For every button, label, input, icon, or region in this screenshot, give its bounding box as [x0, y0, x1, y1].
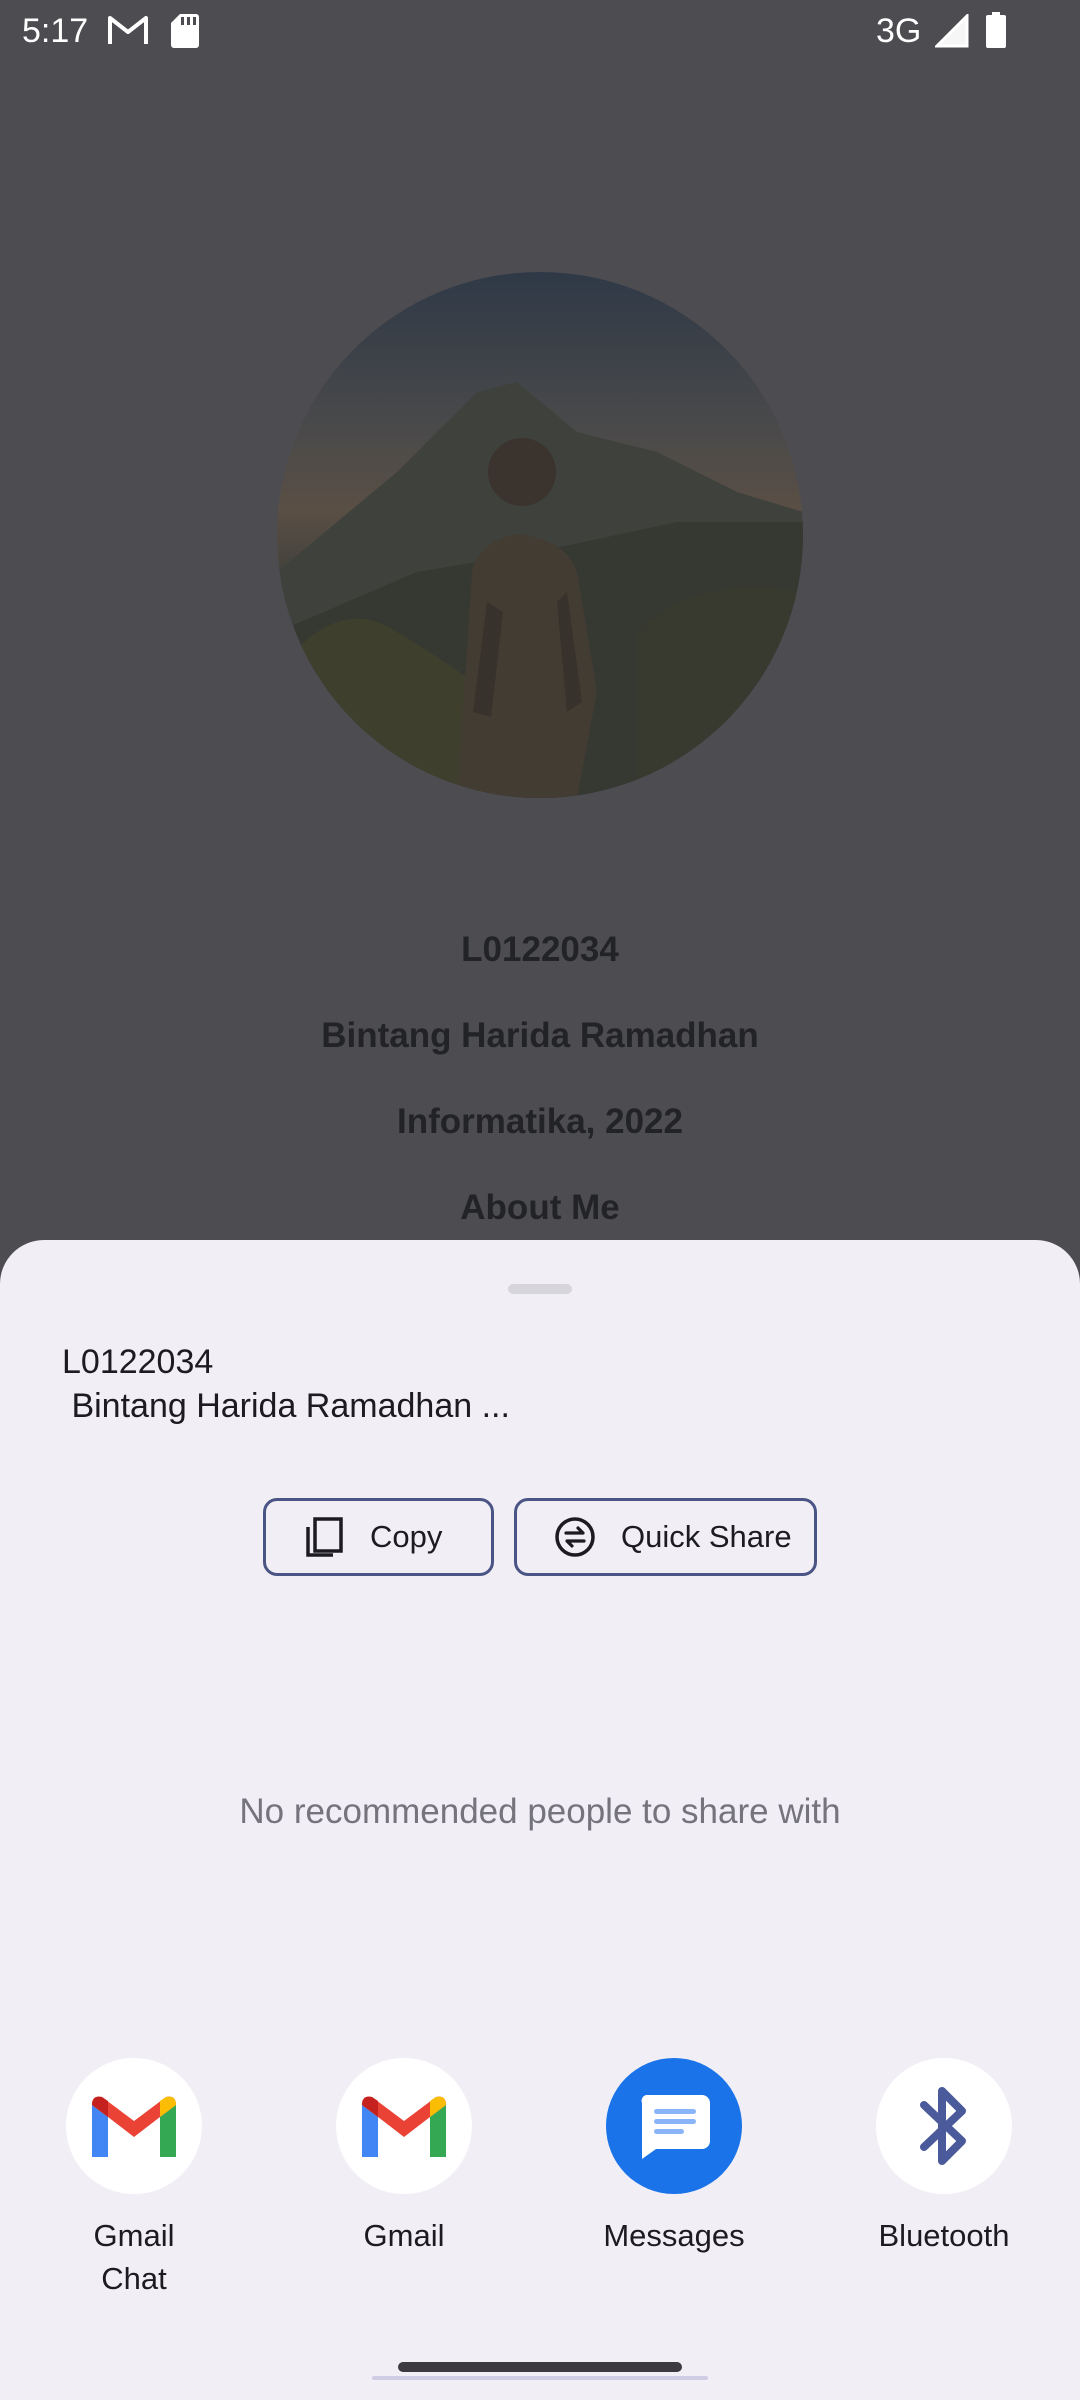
- quick-share-icon: [555, 1517, 595, 1557]
- copy-icon: [306, 1517, 343, 1557]
- copy-label: Copy: [370, 1519, 443, 1554]
- gmail-chat-app-icon: [66, 2058, 202, 2194]
- messages-app-icon: [606, 2058, 742, 2194]
- nav-handle-shadow: [372, 2376, 708, 2380]
- network-type: 3G: [876, 12, 922, 50]
- profile-photo: [277, 272, 803, 798]
- program-year-text: Informatika, 2022: [397, 1102, 683, 1141]
- drag-handle[interactable]: [508, 1284, 572, 1294]
- quick-share-button[interactable]: Quick Share: [514, 1498, 817, 1576]
- gesture-nav-handle[interactable]: [398, 2362, 682, 2372]
- share-target-label: Messages: [603, 2218, 745, 2253]
- sd-card-icon: [171, 14, 199, 48]
- messages-icon: [641, 2095, 710, 2159]
- status-bar: 5:17 3G: [0, 0, 1080, 62]
- share-target-gmail-chat[interactable]: Gmail Chat: [44, 2058, 224, 2300]
- share-target-label: Bluetooth: [878, 2218, 1010, 2253]
- share-sheet: L0122034 Bintang Harida Ramadhan ... Cop…: [0, 1240, 1080, 2400]
- gmail-icon: [108, 16, 148, 44]
- share-target-messages[interactable]: Messages: [584, 2058, 764, 2257]
- share-target-gmail[interactable]: Gmail: [314, 2058, 494, 2257]
- gmail-app-icon: [336, 2058, 472, 2194]
- share-target-label: Gmail Chat: [93, 2218, 175, 2296]
- about-me-heading: About Me: [460, 1188, 620, 1227]
- gmail-icon: [92, 2096, 176, 2157]
- share-target-label: Gmail: [363, 2218, 445, 2253]
- student-name-text: Bintang Harida Ramadhan: [321, 1016, 759, 1055]
- quick-share-label: Quick Share: [621, 1519, 792, 1554]
- status-time: 5:17: [22, 12, 89, 50]
- copy-button[interactable]: Copy: [263, 1498, 494, 1576]
- signal-icon: [935, 14, 969, 48]
- share-target-bluetooth[interactable]: Bluetooth: [854, 2058, 1034, 2257]
- bluetooth-app-icon: [876, 2058, 1012, 2194]
- student-id-text: L0122034: [461, 930, 619, 969]
- battery-icon: [986, 12, 1006, 48]
- share-preview-text: L0122034 Bintang Harida Ramadhan ...: [62, 1343, 510, 1425]
- bluetooth-icon: [920, 2087, 966, 2165]
- gmail-icon: [362, 2096, 446, 2157]
- no-recommendations-text: No recommended people to share with: [239, 1792, 841, 1831]
